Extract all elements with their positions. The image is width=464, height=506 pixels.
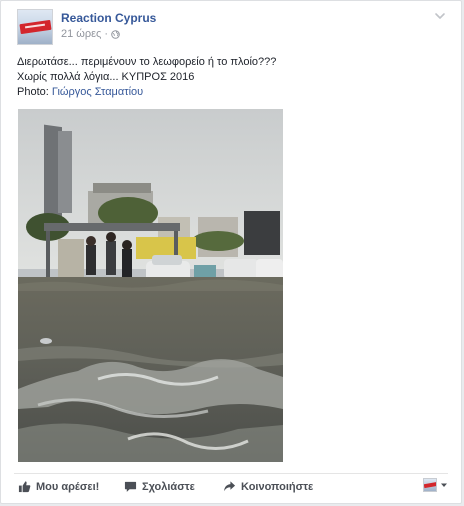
facebook-post: Reaction Cyprus 21 ώρες · Διερωτάσε... π… [0,0,462,504]
post-actions: Μου αρέσει! Σχολιάστε Κοινοποιήστε [18,478,448,500]
post-text: Διερωτάσε... περιμένουν το λεωφορείο ή τ… [17,55,447,100]
post-text-line-2: Χωρίς πολλά λόγια... ΚΥΠΡΟΣ 2016 [17,71,195,83]
like-label: Μου αρέσει! [36,480,100,493]
share-label: Κοινοποιήστε [241,480,314,493]
photo-credit-link[interactable]: Γιώργος Σταματίου [52,86,143,98]
speech-bubble-icon [124,481,137,492]
flooded-bus-stop-photo [18,109,283,462]
actions-divider [14,473,448,474]
photo-credit-label: Photo: [17,86,49,98]
post-text-line-1: Διερωτάσε... περιμένουν το λεωφορείο ή τ… [17,56,277,68]
post-header: Reaction Cyprus 21 ώρες · [17,9,451,45]
post-photo[interactable] [18,109,283,462]
caret-down-icon [441,483,447,487]
share-button[interactable]: Κοινοποιήστε [223,480,313,493]
page-name-link[interactable]: Reaction Cyprus [61,11,156,25]
post-timestamp[interactable]: 21 ώρες [61,28,101,40]
thumbs-up-icon [18,481,31,493]
mini-page-avatar [423,478,437,492]
comment-button[interactable]: Σχολιάστε [124,480,195,493]
post-meta: 21 ώρες · [61,28,120,40]
like-button[interactable]: Μου αρέσει! [18,480,99,493]
page-avatar[interactable] [17,9,53,45]
acting-as-selector[interactable] [423,478,448,492]
photo-credit-line: Photo: Γιώργος Σταματίου [17,85,447,100]
comment-label: Σχολιάστε [142,480,195,493]
chevron-down-icon[interactable] [433,9,447,23]
globe-icon[interactable] [111,29,120,39]
meta-separator: · [104,28,109,40]
share-arrow-icon [224,481,236,492]
